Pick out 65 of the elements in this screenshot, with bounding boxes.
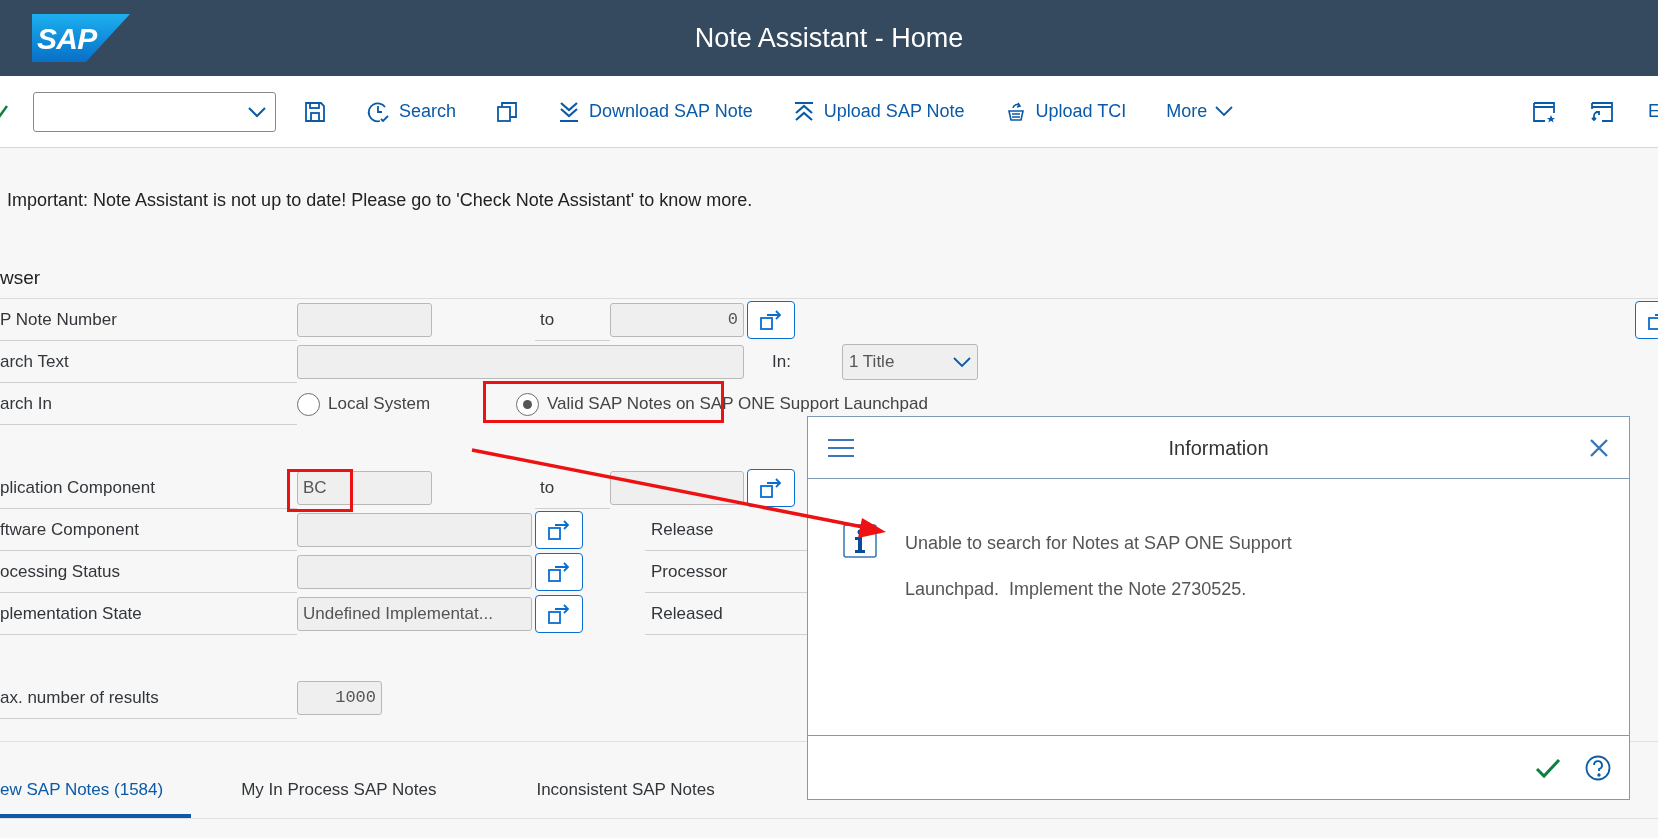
field-label: ftware Component xyxy=(0,509,297,551)
close-icon[interactable] xyxy=(1589,437,1609,458)
input-field[interactable] xyxy=(297,555,532,589)
command-dropdown[interactable] xyxy=(33,91,276,132)
chevron-down-icon xyxy=(953,356,971,368)
radio-button[interactable] xyxy=(297,392,320,416)
toolbar-button[interactable] xyxy=(496,100,519,123)
field-label: arch In xyxy=(0,383,297,425)
toolbar-button[interactable]: Search xyxy=(366,98,457,125)
field-label: ocessing Status xyxy=(0,551,297,593)
input-field[interactable] xyxy=(297,345,744,379)
dialog-message: Unable to search for Notes at SAP ONE Support xyxy=(905,532,1292,555)
dialog-message: Launchpad. Implement the Note 2730525. xyxy=(905,578,1248,601)
upload-icon xyxy=(792,100,815,123)
radio-label[interactable]: Local System xyxy=(328,391,431,417)
input-field[interactable] xyxy=(297,303,432,337)
field-label: plication Component xyxy=(0,467,297,509)
warning-message: Important: Note Assistant is not up to date! Please go to 'Check Note Assistant' to know more. xyxy=(7,188,753,212)
download-icon xyxy=(558,100,581,123)
confirm-check-icon[interactable] xyxy=(1535,756,1561,779)
highlight-frame xyxy=(287,469,353,512)
value-help-icon xyxy=(547,603,571,625)
value-help-icon xyxy=(547,561,571,583)
value-help-icon xyxy=(759,477,783,499)
value-help-button[interactable] xyxy=(747,469,795,507)
dialog-title: Information xyxy=(1168,436,1269,459)
window-star-icon[interactable] xyxy=(1532,100,1556,123)
input-field[interactable]: Undefined Implementat... xyxy=(297,597,532,631)
section-title: wser xyxy=(0,265,41,290)
input-field[interactable]: 1000 xyxy=(297,681,382,715)
input-field[interactable] xyxy=(297,513,532,547)
menu-icon[interactable] xyxy=(828,437,854,458)
toolbar-button[interactable] xyxy=(304,100,326,123)
copy-icon xyxy=(496,100,519,123)
help-icon[interactable] xyxy=(1585,754,1611,781)
radio-button[interactable] xyxy=(516,392,540,416)
check-icon[interactable] xyxy=(0,104,8,119)
toolbar-button[interactable]: Download SAP Note xyxy=(558,98,753,125)
title-dropdown[interactable]: 1 Title xyxy=(842,344,978,380)
clock-check-icon xyxy=(366,99,390,124)
value-help-icon xyxy=(759,309,783,331)
save-icon xyxy=(304,100,326,123)
field-label: In: xyxy=(772,351,792,374)
chevron-down-icon xyxy=(247,105,267,118)
field-label: arch Text xyxy=(0,341,297,383)
value-help-button[interactable] xyxy=(535,595,583,633)
tab[interactable]: My In Process SAP Notes xyxy=(191,766,487,818)
field-label: ax. number of results xyxy=(0,677,297,719)
value-help-button[interactable] xyxy=(535,553,583,591)
logo: SAP xyxy=(32,14,130,62)
input-field[interactable]: BC xyxy=(297,471,432,505)
value-help-icon xyxy=(547,519,571,541)
field-label: plementation State xyxy=(0,593,297,635)
input-field[interactable]: 0 xyxy=(610,303,744,337)
more-menu-button[interactable]: More xyxy=(1166,98,1234,125)
value-help-button[interactable] xyxy=(535,511,583,549)
chevron-down-icon xyxy=(1215,106,1234,117)
tab[interactable]: Inconsistent SAP Notes xyxy=(486,766,765,818)
toolbar-button[interactable]: Upload SAP Note xyxy=(792,98,965,125)
value-help-button[interactable] xyxy=(747,301,795,339)
field-label: P Note Number xyxy=(0,299,297,341)
tab[interactable]: ew SAP Notes (1584) xyxy=(0,766,192,818)
window-title: Note Assistant - Home xyxy=(694,22,964,53)
window-refresh-icon[interactable] xyxy=(1590,100,1614,123)
toolbar-button[interactable]: Upload TCI xyxy=(1004,98,1127,125)
